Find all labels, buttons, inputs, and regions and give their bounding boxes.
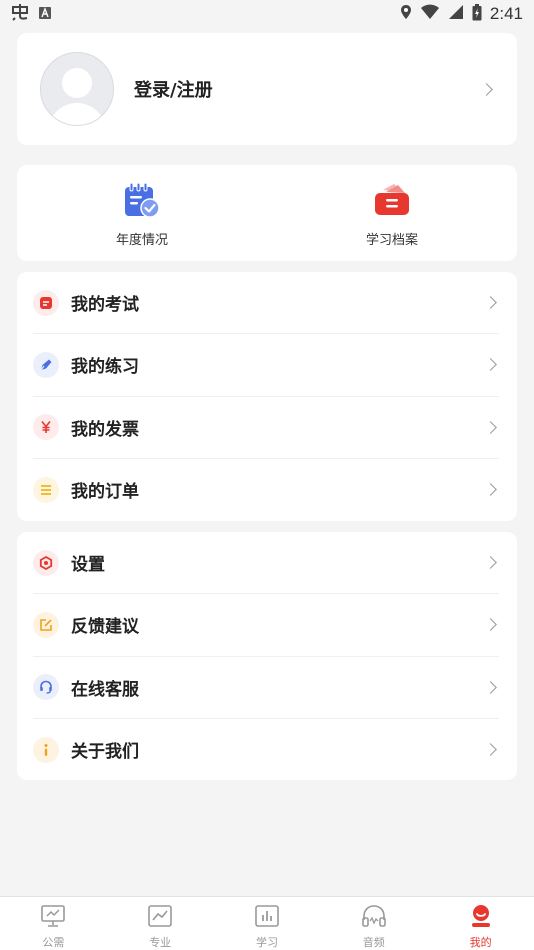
menu-item-my-invoices[interactable]: 我的发票: [33, 397, 499, 459]
tab-study[interactable]: 学习: [214, 897, 321, 950]
status-left: [10, 3, 52, 25]
menu-item-my-orders[interactable]: 我的订单: [33, 459, 499, 521]
status-bar: 2:41: [0, 0, 534, 28]
chevron-right-icon: [484, 483, 497, 497]
menu-label: 我的订单: [71, 482, 139, 503]
status-time: 2:41: [489, 4, 523, 23]
chevron-right-icon: [484, 420, 497, 434]
menu-item-about-us[interactable]: 关于我们: [33, 719, 499, 781]
calendar-check-icon: [123, 182, 161, 222]
login-register-link[interactable]: 登录/注册: [134, 76, 482, 102]
menu-label: 我的练习: [71, 357, 139, 378]
tab-mine[interactable]: 我的: [427, 897, 534, 950]
settings-icon: [33, 549, 59, 576]
headphones-icon: [361, 904, 387, 932]
archive-box-icon: [372, 182, 412, 222]
chevron-right-icon: [484, 680, 497, 694]
shortcut-annual-status[interactable]: 年度情况: [17, 165, 267, 261]
menu-item-settings[interactable]: 设置: [33, 532, 499, 595]
signal-icon: [448, 4, 464, 24]
profile-icon: [468, 904, 494, 932]
menu-label: 关于我们: [71, 742, 139, 763]
menu-label: 设置: [71, 555, 105, 576]
tab-label: 公需: [42, 936, 65, 949]
chevron-right-icon: [484, 556, 497, 569]
chart-line-icon: [147, 904, 173, 932]
tab-label: 音频: [362, 936, 385, 949]
avatar[interactable]: [40, 52, 114, 126]
chevron-right-icon: [484, 296, 497, 309]
menu-label: 反馈建议: [71, 617, 139, 638]
chevron-right-icon: [484, 358, 497, 372]
shortcut-card: 年度情况 学习档案: [17, 165, 517, 261]
menu-item-my-practice[interactable]: 我的练习: [33, 334, 499, 397]
chevron-right-icon: [480, 82, 493, 96]
shortcut-label: 学习档案: [365, 233, 418, 248]
tab-audio[interactable]: 音频: [320, 897, 427, 950]
profile-card[interactable]: 登录/注册: [17, 33, 517, 145]
headset-icon: [33, 674, 59, 701]
shortcut-label: 年度情况: [115, 233, 168, 248]
app-notification-icon: [10, 3, 30, 25]
tab-label: 专业: [149, 936, 172, 949]
menu-label: 在线客服: [71, 679, 139, 700]
tab-professional[interactable]: 专业: [107, 897, 214, 950]
bottom-tab-bar: 公需 专业 学习 音频 我的: [0, 896, 534, 950]
tab-public[interactable]: 公需: [0, 897, 107, 950]
menu-group-secondary: 设置 反馈建议 在线客服 关于我们: [17, 532, 517, 780]
menu-item-feedback[interactable]: 反馈建议: [33, 594, 499, 657]
edit-icon: [33, 611, 59, 638]
list-icon: [33, 476, 59, 503]
exam-icon: [33, 289, 59, 316]
shortcut-study-archive[interactable]: 学习档案: [267, 165, 517, 261]
bar-chart-icon: [254, 904, 280, 932]
info-icon: [33, 736, 59, 763]
keyboard-notification-icon: [38, 5, 52, 24]
avatar-head: [62, 68, 92, 98]
location-icon: [400, 4, 412, 24]
presentation-icon: [40, 904, 66, 932]
menu-label: 我的考试: [71, 295, 139, 316]
tab-label: 学习: [255, 936, 278, 949]
menu-group-primary: 我的考试 我的练习 我的发票 我的订单: [17, 272, 517, 521]
yen-icon: [33, 414, 59, 441]
menu-item-my-exams[interactable]: 我的考试: [33, 272, 499, 335]
status-right: 2:41: [400, 3, 523, 25]
menu-label: 我的发票: [71, 419, 139, 440]
chevron-right-icon: [484, 618, 497, 632]
avatar-body: [48, 103, 106, 125]
battery-icon: [472, 3, 482, 25]
menu-item-online-support[interactable]: 在线客服: [33, 657, 499, 719]
pen-icon: [33, 351, 59, 378]
tab-label: 我的: [469, 936, 492, 949]
wifi-icon: [420, 4, 440, 24]
chevron-right-icon: [484, 743, 497, 757]
